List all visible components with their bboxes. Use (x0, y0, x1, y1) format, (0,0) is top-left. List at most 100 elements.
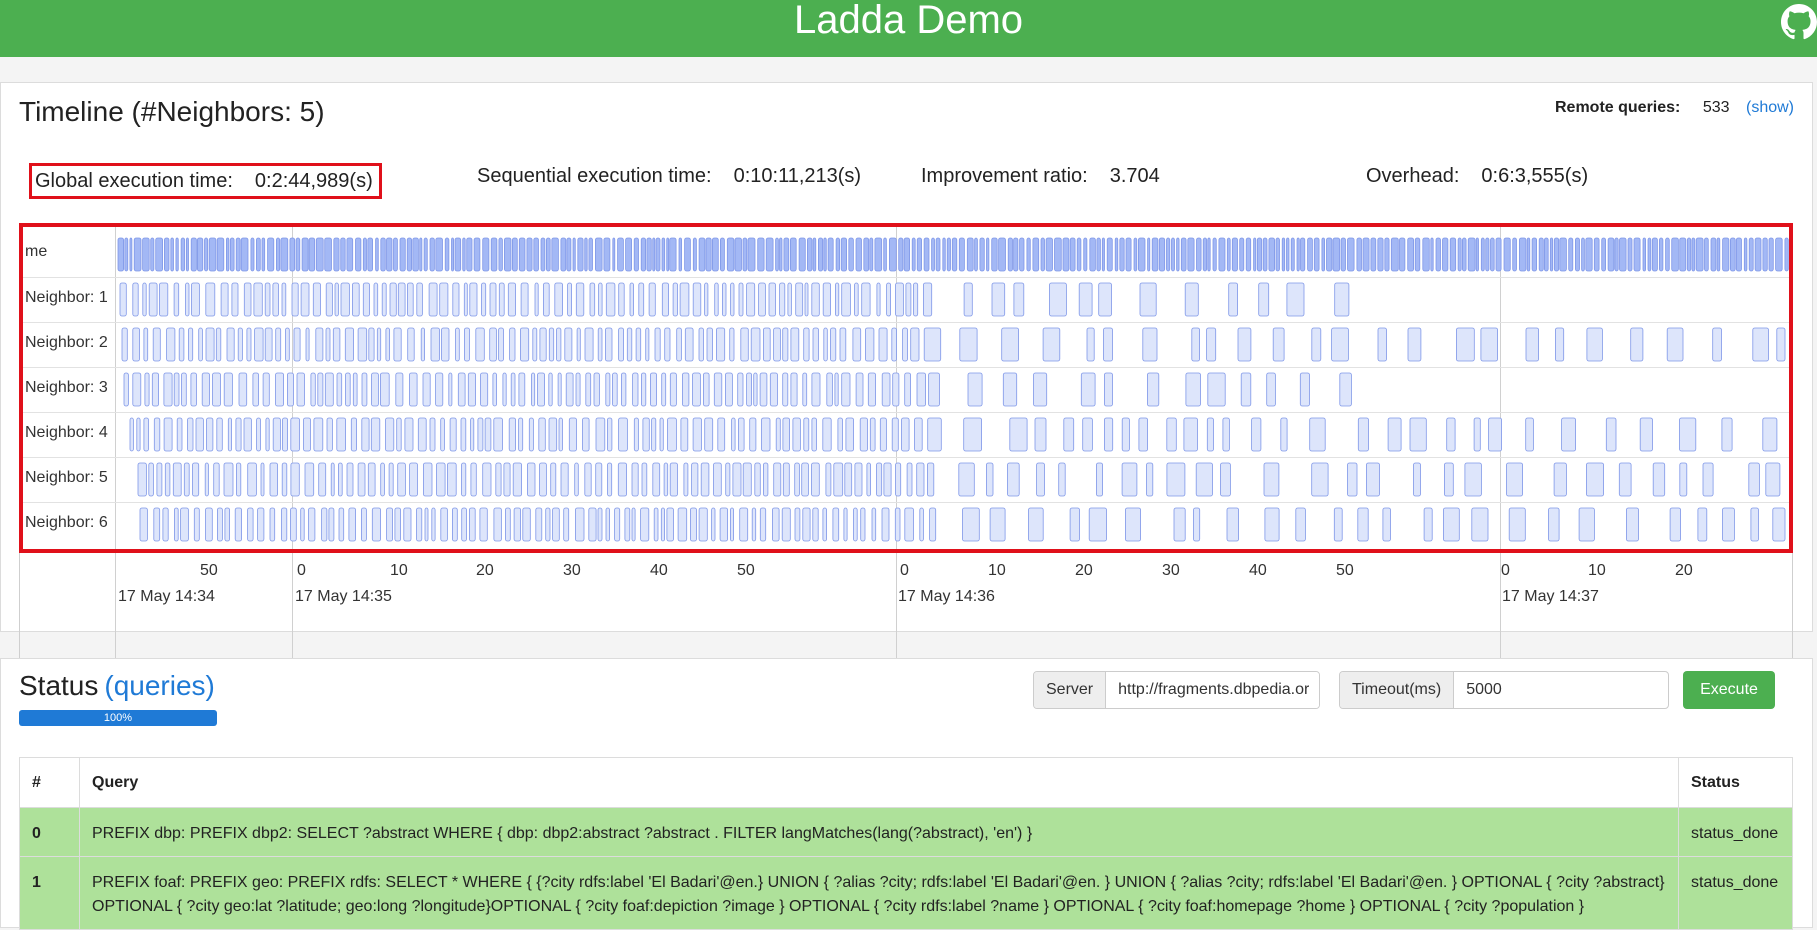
timeline-bar (430, 327, 440, 362)
timeline-bar (225, 237, 230, 272)
timeline-bar (213, 462, 220, 497)
timeline-bar (313, 417, 324, 452)
timeline-bar (951, 237, 958, 272)
timeline-bar (1642, 237, 1646, 272)
timeline-bar (386, 507, 394, 542)
timeline-bar (345, 372, 351, 407)
timeline-bar (605, 507, 610, 542)
timeline-bar (863, 237, 870, 272)
timeline-bar (538, 417, 546, 452)
timeline-bar (871, 507, 877, 542)
timeline-bar (1586, 462, 1605, 497)
timeline-bar (1098, 282, 1112, 317)
timeline-bar (792, 417, 801, 452)
timeline-bar (1526, 237, 1531, 272)
queries-link[interactable]: (queries) (104, 670, 214, 701)
timeline-chart[interactable]: me Neighbor: 1 Neighbor: 2 Neighbor: 3 Neigh… (19, 223, 1793, 694)
table-row[interactable]: 0 PREFIX dbp: PREFIX dbp2: SELECT ?abstr… (19, 807, 1793, 857)
timeline-bar (440, 417, 445, 452)
minor-tick-label: 50 (737, 562, 755, 579)
timeline-bar (659, 417, 664, 452)
timeline-bar (684, 237, 691, 272)
timeline-bar (1730, 237, 1736, 272)
timeline-bar (528, 417, 534, 452)
timeline-bar (1768, 237, 1774, 272)
github-icon[interactable] (1781, 4, 1817, 40)
timeline-bar (746, 372, 752, 407)
timeline-bar (275, 327, 282, 362)
timeline-bar (1665, 237, 1670, 272)
timeline-bar (1605, 417, 1617, 452)
timeline-bar (825, 462, 832, 497)
timeline-bar (1712, 327, 1722, 362)
timeline-bar (1443, 507, 1460, 542)
timeline-bar (739, 507, 749, 542)
timeline-bar (1295, 507, 1306, 542)
timeline-bar (540, 237, 546, 272)
timeline-bar (798, 237, 806, 272)
timeline-bar (660, 507, 665, 542)
timeline-title: Timeline (#Neighbors: 5) (19, 96, 325, 127)
timeline-bar (380, 462, 385, 497)
timeline-bar (253, 282, 263, 317)
timeline-bar (839, 327, 847, 362)
timeline-bar (822, 417, 832, 452)
server-input[interactable] (1106, 672, 1319, 708)
timeline-bar (1264, 507, 1280, 542)
query-id: 0 (19, 807, 80, 857)
timeline-bar (148, 462, 154, 497)
timeline-bar (1538, 237, 1544, 272)
timeline-bar (504, 507, 511, 542)
timeline-bar (991, 237, 998, 272)
timeline-bar (916, 462, 925, 497)
timeline-bar (1286, 237, 1290, 272)
timeline-bar (1457, 237, 1462, 272)
timeline-bar (775, 237, 779, 272)
timeline-bar (558, 417, 563, 452)
timeline-bar (469, 282, 478, 317)
timeline-bar (974, 237, 978, 272)
timeline-bar (946, 237, 951, 272)
timeline-bar (663, 462, 669, 497)
timeline-bar (841, 282, 851, 317)
timeline-bar (914, 417, 923, 452)
timeline-bar (1548, 507, 1560, 542)
timeline-bar (435, 237, 443, 272)
remote-queries: Remote queries: 533 (show) (1555, 97, 1794, 119)
timeline-bar (692, 417, 702, 452)
timeline-bar (272, 417, 281, 452)
timeline-bar (216, 237, 225, 272)
timeout-input[interactable] (1454, 672, 1665, 708)
timeline-bars (117, 237, 1789, 542)
timeline-bar (1207, 372, 1226, 407)
timeline-bar (1776, 327, 1786, 362)
timeline-bar (326, 417, 333, 452)
timeline-bar (1508, 507, 1526, 542)
timeline-bar (1299, 372, 1310, 407)
table-row[interactable]: 1 PREFIX foaf: PREFIX geo: PREFIX rdfs: … (19, 856, 1793, 930)
timeline-bar (575, 507, 585, 542)
timeline-bar (452, 282, 460, 317)
timeline-bar (1601, 237, 1606, 272)
timeline-bar (513, 507, 522, 542)
timeline-bar (463, 282, 468, 317)
timeline-bar (1076, 237, 1082, 272)
show-queries-link[interactable]: (show) (1746, 99, 1794, 116)
timeline-bar (626, 327, 633, 362)
timeline-bar (153, 507, 161, 542)
timeline-bar (911, 237, 916, 272)
timeline-bar (706, 327, 713, 362)
timeline-bar (883, 462, 892, 497)
timeline-bar (683, 462, 689, 497)
timeline-bar (137, 462, 147, 497)
timeline-bar (1553, 237, 1560, 272)
timeline-bar (170, 237, 174, 272)
timeline-bar (690, 507, 697, 542)
execute-button[interactable]: Execute (1683, 671, 1775, 709)
timeline-bar (1462, 237, 1467, 272)
timeline-bar (835, 237, 840, 272)
timeline-bar (895, 462, 902, 497)
query-text: PREFIX foaf: PREFIX geo: PREFIX rdfs: SE… (79, 856, 1679, 930)
timeline-bar (247, 462, 257, 497)
timeline-bar (403, 507, 412, 542)
